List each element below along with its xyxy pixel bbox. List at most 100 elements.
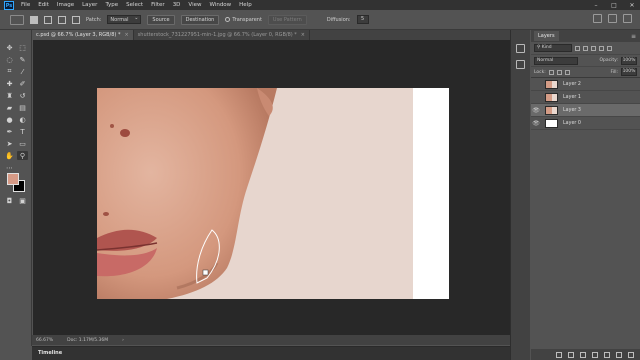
tab-c-psd[interactable]: c.psd @ 66.7% (Layer 3, RGB/8) * × bbox=[32, 30, 134, 40]
link-layers-icon[interactable] bbox=[556, 351, 562, 358]
layer-name[interactable]: Layer 3 bbox=[563, 108, 581, 113]
layer-row-layer-0[interactable]: 👁 Layer 0 bbox=[531, 117, 640, 130]
tool-preset-picker[interactable] bbox=[10, 14, 24, 25]
menu-window[interactable]: Window bbox=[205, 2, 235, 8]
photoshop-logo: Ps bbox=[4, 0, 14, 10]
layer-row-layer-1[interactable]: Layer 1 bbox=[531, 91, 640, 104]
layer-row-layer-2[interactable]: Layer 2 bbox=[531, 78, 640, 91]
screen-mode-icon[interactable]: ▣ bbox=[17, 196, 28, 205]
blur-icon[interactable]: ● bbox=[4, 115, 15, 124]
adjustment-layer-icon[interactable] bbox=[592, 351, 598, 358]
menu-3d[interactable]: 3D bbox=[169, 2, 185, 8]
pen-icon[interactable]: ✒ bbox=[4, 127, 15, 136]
tab-label: shutterstock_731227951-min-1.jpg @ 66.7%… bbox=[137, 32, 297, 38]
new-selection-icon[interactable] bbox=[30, 15, 38, 24]
history-brush-icon[interactable]: ↺ bbox=[17, 91, 28, 100]
eye-icon[interactable]: 👁 bbox=[531, 120, 541, 127]
fill-input[interactable]: 100% bbox=[621, 68, 637, 76]
new-group-icon[interactable] bbox=[604, 351, 610, 358]
layer-row-layer-3[interactable]: 👁 Layer 3 bbox=[531, 104, 640, 117]
menu-image[interactable]: Image bbox=[53, 2, 78, 8]
lock-label: Lock: bbox=[534, 69, 546, 75]
menu-layer[interactable]: Layer bbox=[78, 2, 101, 8]
diffusion-input[interactable]: 5 bbox=[356, 15, 369, 24]
shape-filter-icon[interactable] bbox=[599, 45, 604, 51]
move-icon[interactable]: ✥ bbox=[4, 43, 15, 52]
add-selection-icon[interactable] bbox=[44, 15, 52, 24]
transparent-label: Transparent bbox=[232, 16, 262, 23]
eraser-icon[interactable]: ▰ bbox=[4, 103, 15, 112]
layers-tab[interactable]: Layers bbox=[534, 31, 559, 41]
destination-button[interactable]: Destination bbox=[180, 14, 220, 25]
hand-icon[interactable]: ✋ bbox=[4, 151, 15, 160]
blend-mode-select[interactable]: Normal bbox=[534, 56, 578, 65]
artboard-icon[interactable]: ⬚ bbox=[17, 43, 28, 52]
panel-menu-icon[interactable]: ≡ bbox=[631, 33, 636, 40]
menu-select[interactable]: Select bbox=[122, 2, 147, 8]
document-canvas[interactable] bbox=[97, 88, 449, 299]
properties-panel-icon[interactable] bbox=[516, 60, 525, 69]
quick-select-icon[interactable]: ✎ bbox=[17, 55, 28, 64]
menu-edit[interactable]: Edit bbox=[34, 2, 53, 8]
menu-type[interactable]: Type bbox=[101, 2, 122, 8]
crop-icon[interactable]: ⌗ bbox=[4, 67, 15, 76]
delete-layer-icon[interactable] bbox=[628, 351, 634, 358]
intersect-selection-icon[interactable] bbox=[72, 15, 80, 24]
layer-mask-icon[interactable] bbox=[580, 351, 586, 358]
opacity-input[interactable]: 100% bbox=[621, 56, 637, 65]
close-tab-icon[interactable]: × bbox=[301, 32, 305, 38]
timeline-tab[interactable]: Timeline bbox=[38, 350, 62, 356]
patch-label: Patch: bbox=[86, 16, 102, 23]
history-panel-icon[interactable] bbox=[516, 44, 525, 53]
workspace-icon[interactable] bbox=[608, 14, 617, 23]
healing-icon[interactable]: ✚ bbox=[4, 79, 15, 88]
dodge-icon[interactable]: ◐ bbox=[17, 115, 28, 124]
lasso-icon[interactable]: ◌ bbox=[4, 55, 15, 64]
gradient-icon[interactable]: ▤ bbox=[17, 103, 28, 112]
eyedropper-icon[interactable]: ⁄ bbox=[17, 67, 28, 76]
lock-position-icon[interactable] bbox=[556, 69, 562, 75]
zoom-icon[interactable]: ⚲ bbox=[17, 151, 28, 160]
layer-name[interactable]: Layer 0 bbox=[563, 121, 581, 126]
kind-filter-select[interactable]: ⚲ Kind bbox=[534, 44, 572, 52]
layer-name[interactable]: Layer 1 bbox=[563, 95, 581, 100]
eye-icon[interactable]: 👁 bbox=[531, 107, 541, 114]
type-icon[interactable]: T bbox=[17, 127, 28, 136]
zoom-level[interactable]: 66.67% bbox=[36, 338, 53, 343]
lock-all-icon[interactable] bbox=[564, 69, 570, 75]
pixel-filter-icon[interactable] bbox=[575, 45, 580, 51]
adjustment-filter-icon[interactable] bbox=[583, 45, 588, 51]
source-button[interactable]: Source bbox=[147, 14, 175, 25]
path-select-icon[interactable]: ➤ bbox=[4, 139, 15, 148]
lock-pixels-icon[interactable] bbox=[548, 69, 554, 75]
share-icon[interactable] bbox=[623, 14, 632, 23]
maximize-icon[interactable]: □ bbox=[610, 2, 618, 9]
rectangle-icon[interactable]: ▭ bbox=[17, 139, 28, 148]
edit-toolbar-icon[interactable]: ⋯ bbox=[4, 163, 15, 172]
patch-mode-select[interactable]: Normal bbox=[107, 15, 142, 24]
search-icon[interactable] bbox=[593, 14, 602, 23]
transparent-checkbox[interactable]: Transparent bbox=[225, 16, 262, 23]
menu-help[interactable]: Help bbox=[235, 2, 256, 8]
menu-view[interactable]: View bbox=[184, 2, 205, 8]
menu-filter[interactable]: Filter bbox=[147, 2, 169, 8]
quick-mask-icon[interactable]: ◘ bbox=[4, 196, 15, 205]
layer-style-icon[interactable] bbox=[568, 351, 574, 358]
subtract-selection-icon[interactable] bbox=[58, 15, 66, 24]
panel-dock-strip bbox=[510, 30, 530, 360]
menu-file[interactable]: File bbox=[17, 2, 34, 8]
minimize-icon[interactable]: – bbox=[592, 2, 600, 9]
foreground-color-swatch[interactable] bbox=[7, 173, 19, 185]
new-layer-icon[interactable] bbox=[616, 351, 622, 358]
status-arrow-icon[interactable]: › bbox=[122, 338, 124, 343]
brush-icon[interactable]: ✐ bbox=[17, 79, 28, 88]
close-tab-icon[interactable]: × bbox=[124, 32, 128, 38]
clone-stamp-icon[interactable]: ♜ bbox=[4, 91, 15, 100]
close-icon[interactable]: ✕ bbox=[628, 2, 636, 9]
type-filter-icon[interactable] bbox=[591, 45, 596, 51]
use-pattern-button[interactable]: Use Pattern bbox=[267, 14, 307, 25]
smart-object-filter-icon[interactable] bbox=[607, 45, 612, 51]
tab-shutterstock[interactable]: shutterstock_731227951-min-1.jpg @ 66.7%… bbox=[134, 30, 310, 40]
layer-name[interactable]: Layer 2 bbox=[563, 82, 581, 87]
transparent-white-area bbox=[413, 88, 449, 299]
